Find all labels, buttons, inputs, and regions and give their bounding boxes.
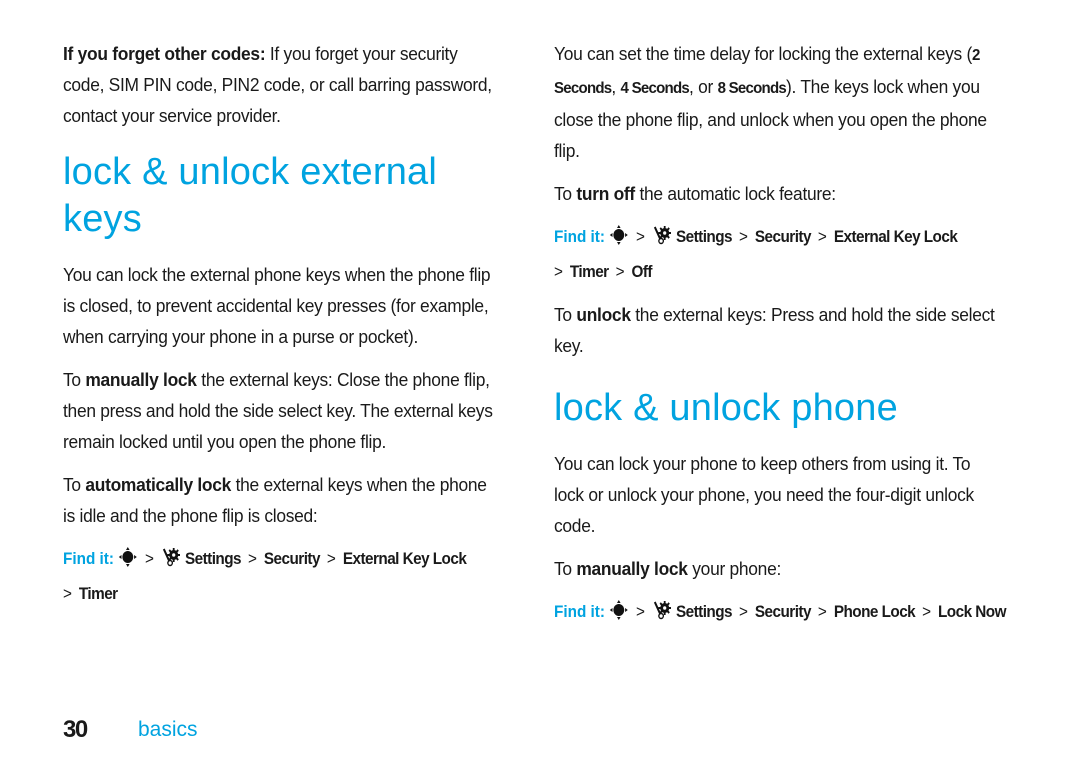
separator: >: [922, 602, 932, 621]
unlock-term: unlock: [576, 304, 631, 325]
manual-phone-paragraph: To manually lock your phone:: [554, 553, 1002, 584]
find-it-phone-lock: Find it: > Settings > Security > Phone L…: [554, 596, 1008, 631]
separator: >: [738, 227, 748, 246]
find-it-label: Find it:: [63, 549, 114, 568]
path-timer: Timer: [78, 584, 118, 603]
delay-paragraph: You can set the time delay for locking t…: [554, 43, 987, 161]
phone-intro: You can lock your phone to keep others f…: [554, 453, 974, 536]
auto-lock-paragraph: To automatically lock the external keys …: [63, 469, 501, 531]
find-it-auto-lock: Find it: > Settings > Security > Externa…: [63, 543, 507, 609]
find-it-label: Find it:: [554, 602, 605, 621]
separator: >: [615, 262, 625, 281]
path-security: Security: [754, 227, 812, 246]
turn-off-term: turn off: [576, 183, 635, 204]
settings-icon: [161, 546, 181, 578]
separator: >: [326, 549, 336, 568]
option-4-seconds: 4 Seconds: [620, 80, 690, 97]
path-off: Off: [631, 262, 652, 281]
path-security: Security: [263, 549, 321, 568]
settings-icon: [652, 599, 672, 631]
path-phone-lock: Phone Lock: [833, 602, 916, 621]
manual-lock-paragraph: To manually lock the external keys: Clos…: [63, 364, 501, 457]
external-keys-intro: You can lock the external phone keys whe…: [63, 264, 491, 347]
separator: >: [63, 584, 72, 603]
text: or: [698, 76, 714, 97]
separator: >: [636, 602, 645, 621]
separator: >: [145, 549, 154, 568]
turn-off-paragraph: To turn off the automatic lock feature:: [554, 178, 1002, 209]
nav-key-icon: [609, 599, 629, 631]
path-external-key-lock: External Key Lock: [833, 227, 958, 246]
nav-key-icon: [609, 224, 629, 256]
forget-codes-paragraph: If you forget other codes: If you forget…: [63, 38, 501, 131]
auto-lock-term: automatically lock: [85, 474, 232, 495]
separator: >: [247, 549, 257, 568]
separator: >: [554, 262, 563, 281]
find-it-label: Find it:: [554, 227, 605, 246]
text: To: [63, 474, 86, 495]
text: To: [63, 369, 86, 390]
text: To: [554, 558, 577, 579]
separator: >: [817, 602, 827, 621]
right-column: You can set the time delay for locking t…: [554, 38, 1006, 643]
manual-lock-term: manually lock: [85, 369, 197, 390]
unlock-paragraph: To unlock the external keys: Press and h…: [554, 299, 1002, 361]
page-number: 30: [63, 716, 88, 743]
path-settings: Settings: [675, 602, 733, 621]
settings-icon: [652, 224, 672, 256]
path-settings: Settings: [675, 227, 733, 246]
path-security: Security: [754, 602, 812, 621]
path-settings: Settings: [184, 549, 242, 568]
path-external-key-lock: External Key Lock: [342, 549, 467, 568]
manual-lock-term: manually lock: [576, 558, 688, 579]
option-8-seconds: 8 Seconds: [717, 80, 787, 97]
path-timer: Timer: [569, 262, 609, 281]
text: To: [554, 183, 577, 204]
find-it-turn-off: Find it: > Settings > Security > Externa…: [554, 221, 1008, 287]
forget-codes-label: If you forget other codes:: [63, 43, 266, 64]
separator: >: [636, 227, 645, 246]
text: your phone:: [687, 558, 782, 579]
heading-lock-external-keys: lock & unlock external keys: [63, 151, 438, 240]
separator: >: [817, 227, 827, 246]
left-column: If you forget other codes: If you forget…: [63, 38, 503, 621]
text: To: [554, 304, 577, 325]
separator: >: [738, 602, 748, 621]
text: the automatic lock feature:: [634, 183, 836, 204]
heading-lock-phone: lock & unlock phone: [554, 387, 898, 429]
section-name: basics: [138, 718, 198, 741]
path-lock-now: Lock Now: [938, 602, 1006, 621]
nav-key-icon: [118, 546, 138, 578]
text: You can set the time delay for locking t…: [554, 43, 972, 64]
